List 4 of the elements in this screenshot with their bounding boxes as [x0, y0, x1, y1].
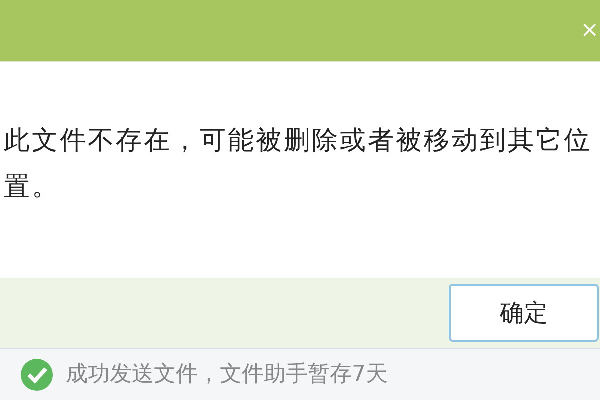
message-text: 此文件不存在，可能被删除或者被移动到其它位置。	[4, 125, 593, 204]
check-icon	[20, 358, 54, 392]
status-text: 成功发送文件，文件助手暂存7天	[66, 361, 388, 389]
ok-button[interactable]: 确定	[449, 284, 599, 342]
